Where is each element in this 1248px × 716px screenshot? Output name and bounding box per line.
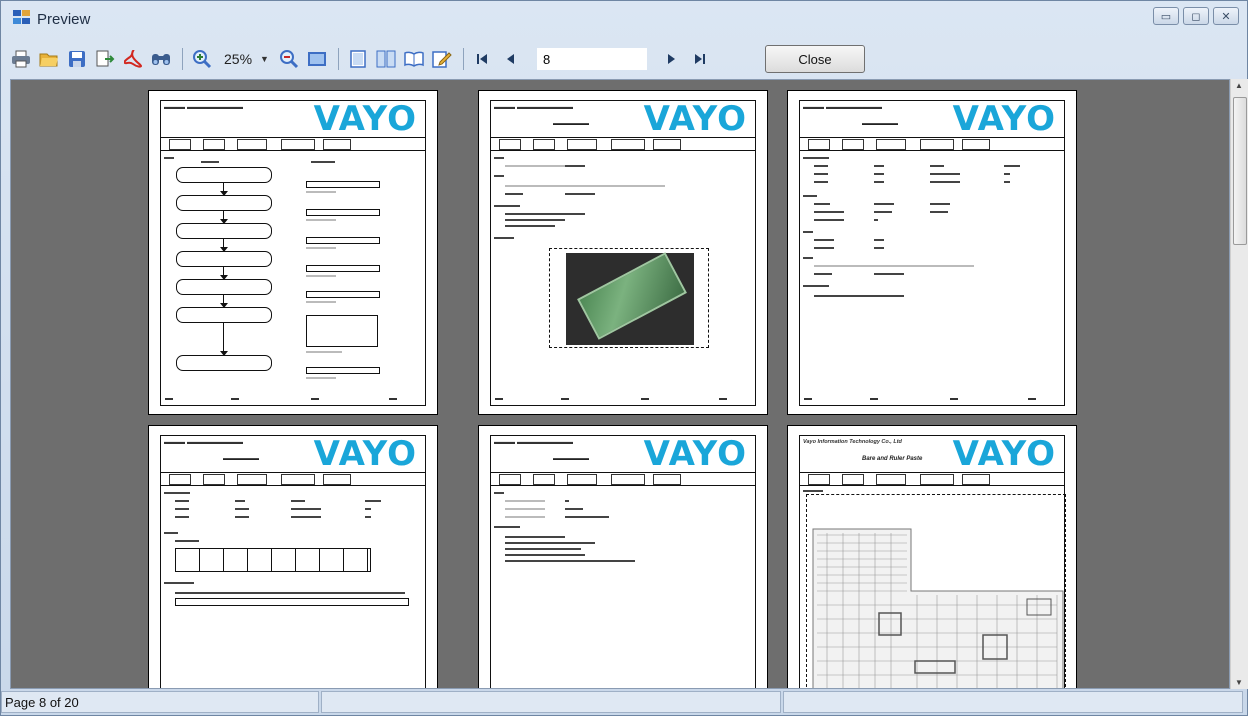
maximize-icon: ◻: [1191, 10, 1201, 23]
flow-step: [176, 307, 272, 323]
next-page-button[interactable]: [659, 47, 683, 71]
single-page-button[interactable]: [346, 47, 370, 71]
book-view-icon: [404, 51, 424, 67]
page-frame: Vayo Information Technology Co., Ltd Bar…: [799, 434, 1066, 688]
vayo-logo: VAYO: [643, 99, 747, 139]
first-page-button[interactable]: [471, 47, 495, 71]
single-page-icon: [350, 50, 366, 68]
zoom-in-button[interactable]: [190, 47, 214, 71]
last-page-button[interactable]: [687, 47, 711, 71]
zoom-select[interactable]: 25%: [218, 51, 258, 67]
page-thumbnail[interactable]: ▬▬▬ ▬▬▬▬▬▬▬▬ ▬▬▬▬▬▬ VAYO: [478, 90, 768, 415]
save-icon: [69, 51, 85, 67]
export-icon: [96, 50, 115, 67]
scroll-up-icon[interactable]: ▲: [1235, 81, 1243, 90]
page-thumbnail[interactable]: ▬▬▬ ▬▬▬▬▬▬▬▬ ▬▬▬▬▬▬ VAYO: [787, 90, 1077, 415]
page-number-input[interactable]: 8: [536, 48, 647, 70]
toolbar: 25% ▼ 8 Close: [9, 43, 1241, 75]
company-name: ▬▬▬ ▬▬▬▬▬▬▬▬: [803, 104, 882, 111]
close-icon: ✕: [1221, 10, 1231, 23]
page-info-label: Page 8 of 20: [1, 691, 319, 713]
vayo-logo: VAYO: [952, 434, 1056, 474]
close-window-button[interactable]: ✕: [1213, 7, 1239, 25]
pcb-layout-image: [806, 494, 1066, 688]
save-button[interactable]: [65, 47, 89, 71]
multi-page-button[interactable]: [374, 47, 398, 71]
book-view-button[interactable]: [402, 47, 426, 71]
page-frame: ▬▬▬ ▬▬▬▬▬▬▬▬ ▬▬▬▬▬▬ VAYO: [799, 100, 1065, 406]
page-thumbnail[interactable]: ▬▬▬ ▬▬▬▬▬▬▬▬ ▬▬▬▬▬▬ VAYO: [148, 425, 438, 688]
pdf-icon: [124, 50, 142, 68]
flow-step: [176, 279, 272, 295]
page-frame: ▬▬▬ ▬▬▬▬▬▬▬▬ ▬▬▬▬▬▬ VAYO: [490, 100, 756, 406]
page-thumbnail[interactable]: ▬▬▬ ▬▬▬▬▬▬▬▬ VAYO: [148, 90, 438, 415]
toolbar-separator: [337, 48, 339, 70]
window-controls: ▭ ◻ ✕: [1153, 7, 1239, 25]
special-subtitle: Bare and Ruler Paste: [862, 456, 923, 462]
full-page-icon: [307, 52, 326, 66]
flow-step: [176, 223, 272, 239]
flow-step: [176, 251, 272, 267]
zoom-out-button[interactable]: [277, 47, 301, 71]
scroll-down-icon[interactable]: ▼: [1235, 678, 1243, 687]
flow-step: [176, 195, 272, 211]
vayo-logo: VAYO: [952, 99, 1056, 139]
status-panel: [321, 691, 781, 713]
page-frame: ▬▬▬ ▬▬▬▬▬▬▬▬ VAYO: [160, 100, 426, 406]
last-page-icon: [694, 54, 705, 64]
zoom-in-icon: [193, 50, 212, 69]
data-table: [175, 548, 371, 572]
prev-page-button[interactable]: [499, 47, 523, 71]
find-icon: [152, 54, 170, 65]
export-button[interactable]: [93, 47, 117, 71]
company-line: Vayo Information Technology Co., Ltd: [803, 439, 902, 445]
scrollbar-thumb[interactable]: [1233, 97, 1247, 245]
open-button[interactable]: [37, 47, 61, 71]
edit-button[interactable]: [430, 47, 454, 71]
page-frame: ▬▬▬ ▬▬▬▬▬▬▬▬ ▬▬▬▬▬▬ VAYO: [160, 434, 426, 688]
multi-page-icon: [376, 50, 396, 68]
first-page-icon: [476, 54, 487, 64]
preview-viewport[interactable]: ▬▬▬ ▬▬▬▬▬▬▬▬ VAYO ▬▬▬ ▬▬▬▬▬▬▬▬ ▬▬▬▬▬▬ VA…: [10, 79, 1230, 689]
vayo-logo: VAYO: [313, 434, 417, 474]
company-name: ▬▬▬ ▬▬▬▬▬▬▬▬: [164, 104, 243, 111]
print-button[interactable]: [9, 47, 33, 71]
vayo-logo: VAYO: [313, 99, 417, 139]
prev-page-icon: [506, 54, 514, 64]
window-title: Preview: [37, 10, 91, 28]
edit-icon: [432, 51, 452, 68]
title-bar: Preview: [1, 1, 1247, 37]
company-name: ▬▬▬ ▬▬▬▬▬▬▬▬: [494, 439, 573, 446]
full-page-button[interactable]: [305, 47, 329, 71]
find-button[interactable]: [149, 47, 173, 71]
vayo-logo: VAYO: [643, 434, 747, 474]
close-button[interactable]: Close: [764, 45, 865, 73]
maximize-button[interactable]: ◻: [1183, 7, 1209, 25]
toolbar-separator: [182, 48, 183, 70]
company-name: ▬▬▬ ▬▬▬▬▬▬▬▬: [164, 439, 243, 446]
page-thumbnail[interactable]: Vayo Information Technology Co., Ltd Bar…: [787, 425, 1077, 688]
header-table: [161, 137, 425, 151]
minimize-icon: ▭: [1160, 10, 1172, 23]
page-frame: ▬▬▬ ▬▬▬▬▬▬▬▬ ▬▬▬▬▬▬ VAYO: [490, 434, 756, 688]
open-icon: [39, 53, 58, 67]
preview-window: Preview ▭ ◻ ✕ 25% ▼ 8 Close ▬▬▬ ▬▬▬▬▬▬▬▬…: [0, 0, 1248, 716]
flow-step: [176, 355, 272, 371]
minimize-button[interactable]: ▭: [1153, 7, 1179, 25]
zoom-out-icon: [279, 50, 299, 69]
chevron-down-icon[interactable]: ▼: [260, 54, 269, 64]
page-subtitle: ▬▬▬▬▬▬: [553, 121, 589, 127]
toolbar-separator: [462, 48, 464, 70]
page-thumbnail[interactable]: ▬▬▬ ▬▬▬▬▬▬▬▬ ▬▬▬▬▬▬ VAYO: [478, 425, 768, 688]
app-icon: [13, 10, 30, 24]
vertical-scrollbar[interactable]: ▲ ▼: [1230, 79, 1248, 689]
next-page-icon: [667, 54, 675, 64]
status-panel: [783, 691, 1243, 713]
status-bar: Page 8 of 20: [1, 691, 1247, 715]
board-photo: [549, 248, 709, 348]
print-icon: [12, 50, 30, 68]
flow-step: [176, 167, 272, 183]
company-name: ▬▬▬ ▬▬▬▬▬▬▬▬: [494, 104, 573, 111]
pdf-button[interactable]: [121, 47, 145, 71]
